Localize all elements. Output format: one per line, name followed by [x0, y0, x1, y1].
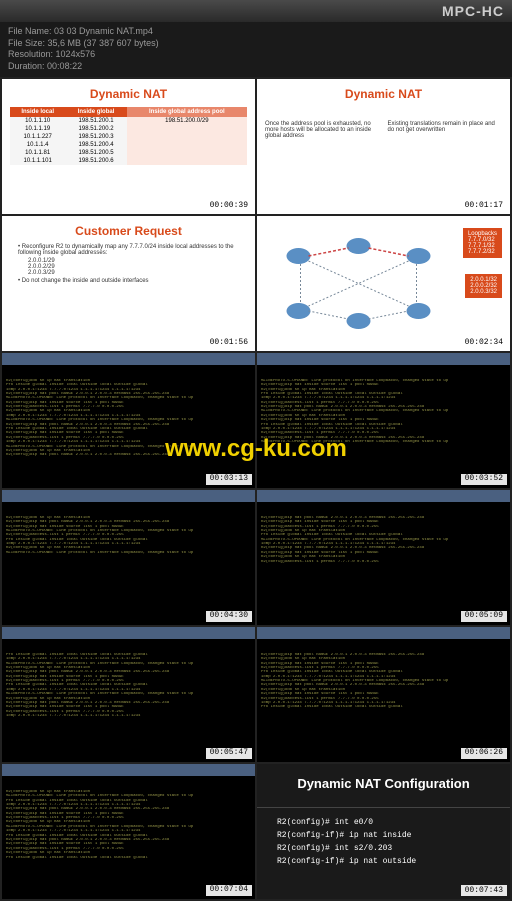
config-line: R2(config)# int e0/0: [257, 816, 510, 829]
thumb-3[interactable]: Customer Request • Reconfigure R2 to dyn…: [2, 216, 255, 351]
slide-text: Once the address pool is exhausted, no m…: [265, 121, 380, 139]
sub-bullet: 2.0.0.3/29: [28, 270, 247, 276]
slide-title: Dynamic NAT Configuration: [257, 764, 510, 803]
td: [127, 149, 247, 157]
slide-title: Dynamic NAT: [265, 87, 502, 101]
term-line: Pro Inside global Inside local Outside l…: [261, 705, 506, 709]
duration-label: Duration:: [8, 61, 45, 71]
td: [127, 125, 247, 133]
timestamp: 00:00:39: [206, 200, 252, 211]
slide-title: Dynamic NAT: [10, 87, 247, 101]
filename-label: File Name:: [8, 26, 52, 36]
td: [127, 157, 247, 165]
loopback-box: Loopbacks 7.7.7.0/32 7.7.7.1/32 7.7.7.2/…: [463, 228, 502, 258]
term-line: R2(config)#access-list 1 permit 7.7.7.0 …: [261, 560, 506, 564]
thumb-8[interactable]: R2(config)#ip nat pool RANGE 2.0.0.1 2.0…: [257, 490, 510, 625]
config-line: R2(config)# int s2/0.203: [257, 842, 510, 855]
thumb-7[interactable]: R2(config)#do sh ip nat translation R2(c…: [2, 490, 255, 625]
thumb-10[interactable]: R2(config)#ip nat pool RANGE 2.0.0.1 2.0…: [257, 627, 510, 762]
slide-title: Customer Request: [10, 224, 247, 238]
term-line: R2(config)#ip nat pool RANGE 2.0.0.1 2.0…: [6, 453, 251, 457]
thumbnail-grid: Dynamic NAT Inside localInside globalIns…: [0, 77, 512, 901]
filename-value: 03 03 Dynamic NAT.mp4: [54, 26, 153, 36]
filesize-value: 35,6 MB (37 387 607 bytes): [48, 38, 159, 48]
td: 198.51.200.6: [65, 157, 126, 165]
th-local: Inside local: [10, 107, 65, 117]
thumb-12[interactable]: Dynamic NAT Configuration R2(config)# in…: [257, 764, 510, 899]
td: 10.1.1.81: [10, 149, 65, 157]
td: 198.51.200.0/29: [127, 117, 247, 125]
th-pool: Inside global address pool: [127, 107, 247, 117]
timestamp: 00:03:52: [461, 474, 507, 485]
config-line: R2(config-if)# ip nat inside: [257, 829, 510, 842]
timestamp: 00:01:56: [206, 337, 252, 348]
term-line: icmp 2.0.0.1:1234 7.7.7.0:1234 1.1.1.1:1…: [6, 714, 251, 718]
timestamp: 00:07:43: [461, 885, 507, 896]
term-line: %LINEPROTO-5-UPDOWN: Line protocol on In…: [261, 440, 506, 444]
thumb-5[interactable]: R2(config)#do sh ip nat translation Pro …: [2, 353, 255, 488]
resolution-value: 1024x576: [56, 49, 96, 59]
bullet-text: Reconfigure R2 to dynamically map any 7.…: [18, 244, 234, 256]
td: 10.1.1.101: [10, 157, 65, 165]
loopback-addr: 7.7.7.1/32: [468, 243, 497, 249]
td: 198.51.200.2: [65, 125, 126, 133]
timestamp: 00:07:04: [206, 885, 252, 896]
titlebar: MPC-HC: [0, 0, 512, 22]
loopback-addr: 7.7.7.0/32: [468, 237, 497, 243]
td: 10.1.1.4: [10, 141, 65, 149]
bullet-text: Do not change the inside and outside int…: [22, 278, 149, 284]
td: 198.51.200.3: [65, 133, 126, 141]
resolution-label: Resolution:: [8, 49, 53, 59]
slide-text: Existing translations remain in place an…: [388, 121, 503, 139]
td: [127, 141, 247, 149]
thumb-1[interactable]: Dynamic NAT Inside localInside globalIns…: [2, 79, 255, 214]
td: 10.1.1.19: [10, 125, 65, 133]
td: 10.1.1.10: [10, 117, 65, 125]
filesize-label: File Size:: [8, 38, 45, 48]
thumb-4[interactable]: Loopbacks 7.7.7.0/32 7.7.7.1/32 7.7.7.2/…: [257, 216, 510, 351]
td: 198.51.200.1: [65, 117, 126, 125]
loopback-label: Loopbacks: [468, 231, 497, 237]
timestamp: 00:05:09: [461, 611, 507, 622]
metadata-bar: File Name: 03 03 Dynamic NAT.mp4 File Si…: [0, 22, 512, 77]
timestamp: 00:04:30: [206, 611, 252, 622]
thumb-9[interactable]: Pro Inside global Inside local Outside l…: [2, 627, 255, 762]
timestamp: 00:05:47: [206, 748, 252, 759]
addr-box: 2.0.0.1/32 2.0.0.2/32 2.0.0.3/32: [465, 274, 502, 298]
term-line: %LINEPROTO-5-UPDOWN: Line protocol on In…: [6, 551, 251, 555]
bullet: • Reconfigure R2 to dynamically map any …: [18, 244, 247, 256]
config-line: R2(config-if)# ip nat outside: [257, 855, 510, 868]
loopback-addr: 7.7.7.2/32: [468, 249, 497, 255]
th-global: Inside global: [65, 107, 126, 117]
td: 198.51.200.5: [65, 149, 126, 157]
td: 198.51.200.4: [65, 141, 126, 149]
nat-table: Inside localInside globalInside global a…: [10, 107, 247, 165]
addr: 2.0.0.1/32: [470, 277, 497, 283]
addr: 2.0.0.2/32: [470, 283, 497, 289]
thumb-11[interactable]: R2(config)#do sh ip nat translation %LIN…: [2, 764, 255, 899]
term-line: Pro Inside global Inside local Outside l…: [6, 856, 251, 860]
duration-value: 00:08:22: [47, 61, 82, 71]
thumb-6[interactable]: %LINEPROTO-5-UPDOWN: Line protocol on In…: [257, 353, 510, 488]
thumb-2[interactable]: Dynamic NAT Once the address pool is exh…: [257, 79, 510, 214]
bullet: • Do not change the inside and outside i…: [18, 278, 247, 284]
app-title: MPC-HC: [442, 3, 504, 19]
addr: 2.0.0.3/32: [470, 289, 497, 295]
timestamp: 00:06:26: [461, 748, 507, 759]
timestamp: 00:02:34: [461, 337, 507, 348]
timestamp: 00:03:13: [206, 474, 252, 485]
timestamp: 00:01:17: [461, 200, 507, 211]
td: 10.1.1.227: [10, 133, 65, 141]
td: [127, 133, 247, 141]
